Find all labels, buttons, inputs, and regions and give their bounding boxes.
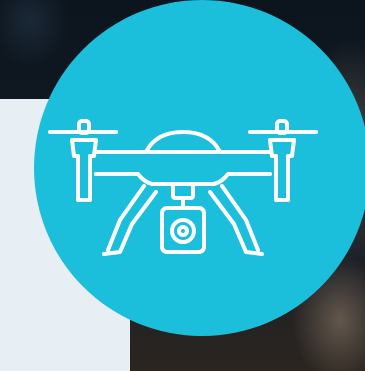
hero-scene: [0, 0, 365, 371]
drone-with-camera-icon: [48, 119, 318, 256]
